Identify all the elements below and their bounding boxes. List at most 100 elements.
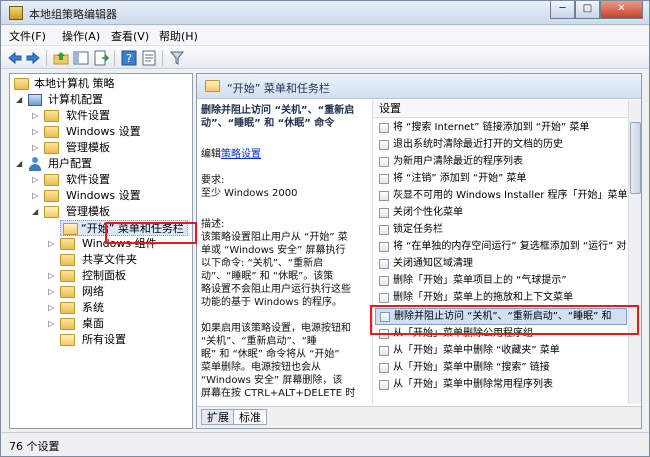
menu-action[interactable]: 操作(A): [62, 28, 100, 44]
expand-arrow-icon[interactable]: ▷: [32, 191, 41, 200]
show-hide-tree-icon[interactable]: [73, 50, 89, 66]
folder-icon: [44, 174, 59, 186]
window-controls: ─ □ ✕: [550, 1, 643, 19]
title-bar[interactable]: 本地组策略编辑器 ─ □ ✕: [1, 1, 649, 25]
description-text: 动”、“睡眠” 和 “休眠”。该策: [201, 271, 334, 282]
expand-arrow-icon[interactable]: ▷: [48, 239, 57, 248]
detail-pane: “开始” 菜单和任务栏 删除并阻止访问 “关机”、“重新启 动”、“睡眠” 和 …: [196, 73, 642, 429]
vertical-scrollbar[interactable]: [628, 100, 641, 404]
requirements-label: 要求:: [201, 175, 225, 186]
folder-icon: [44, 142, 59, 154]
description-text: 以下命令: “关机”、“重新启: [201, 258, 324, 269]
view-tabs: 扩展 标准: [197, 406, 641, 428]
tab-extended[interactable]: 扩展: [201, 409, 235, 425]
list-item-selected[interactable]: 删除并阻止访问 “关机”、“重新启动”、“睡眠” 和: [375, 308, 627, 325]
filter-icon[interactable]: [169, 50, 185, 66]
list-item[interactable]: 将 “搜索 Internet” 链接添加到 “开始” 菜单: [375, 120, 627, 137]
svg-text:?: ?: [126, 52, 132, 65]
tab-standard[interactable]: 标准: [233, 409, 267, 425]
status-bar: 76 个设置: [1, 432, 649, 456]
description-label: 描述:: [201, 219, 225, 230]
properties-icon[interactable]: [141, 50, 157, 66]
expand-arrow-icon[interactable]: ▷: [48, 303, 57, 312]
folder-up-icon[interactable]: [53, 50, 69, 66]
column-header-setting[interactable]: 设置: [373, 100, 630, 118]
minimize-button[interactable]: ─: [550, 1, 575, 19]
folder-icon: [60, 318, 75, 330]
folder-icon: [44, 190, 59, 202]
app-window: 本地组策略编辑器 ─ □ ✕ 文件(F) 操作(A) 查看(V) 帮助(H) ?…: [0, 0, 650, 457]
policy-title-line: 动”、“睡眠” 和 “休眠” 命令: [201, 118, 335, 129]
list-item[interactable]: 灰显不可用的 Windows Installer 程序「开始」菜单: [375, 188, 628, 205]
list-item[interactable]: 从「开始」菜单删除公用程序组: [375, 326, 627, 343]
list-item[interactable]: 删除「开始」菜单上的拖放和上下文菜单: [375, 290, 627, 307]
policy-setting-icon: [379, 157, 389, 167]
settings-list[interactable]: 设置 将 “搜索 Internet” 链接添加到 “开始” 菜单 退出系统时清除…: [372, 100, 630, 404]
policy-title-line: 删除并阻止访问 “关机”、“重新启: [201, 105, 355, 116]
computer-icon: [28, 94, 42, 106]
list-item[interactable]: 为新用户清除最近的程序列表: [375, 154, 627, 171]
description-text: 单或 “Windows 安全” 屏幕执行: [201, 245, 346, 256]
expand-arrow-icon[interactable]: ▷: [48, 319, 57, 328]
policy-setting-icon: [379, 276, 389, 286]
description-text: 略设置不会阻止用户运行执行这些: [201, 284, 351, 295]
expand-arrow-icon[interactable]: ▷: [32, 127, 41, 136]
list-item[interactable]: 退出系统时清除最近打开的文档的历史: [375, 137, 627, 154]
expand-arrow-icon[interactable]: ▷: [48, 287, 57, 296]
menu-help[interactable]: 帮助(H): [159, 28, 198, 44]
list-item[interactable]: 从「开始」菜单中删除 “收藏夹” 菜单: [375, 343, 627, 360]
list-item[interactable]: 关闭通知区域清理: [375, 256, 627, 273]
tree-item-start-menu-taskbar[interactable]: “开始” 菜单和任务栏: [60, 220, 188, 236]
maximize-button[interactable]: □: [575, 1, 600, 19]
policy-setting-icon: [379, 329, 389, 339]
policy-setting-icon: [379, 346, 389, 356]
list-item[interactable]: 将 “注销” 添加到 “开始” 菜单: [375, 171, 627, 188]
export-list-icon[interactable]: [93, 50, 109, 66]
detail-header-title: “开始” 菜单和任务栏: [227, 82, 330, 95]
expand-arrow-icon[interactable]: ▷: [32, 175, 41, 184]
close-button[interactable]: ✕: [600, 1, 643, 19]
menu-bar: 文件(F) 操作(A) 查看(V) 帮助(H): [1, 26, 649, 45]
list-item[interactable]: 从「开始」菜单中删除 “搜索” 链接: [375, 360, 627, 377]
folder-open-icon: [44, 206, 59, 218]
expand-arrow-icon[interactable]: ▷: [32, 111, 41, 120]
description-text: “关机”、“重新启动”、“睡: [201, 336, 317, 347]
policy-tree[interactable]: 本地计算机 策略 ◢ 计算机配置 ▷ 软件设置 ▷ Windows 设置 ▷ 管…: [9, 73, 193, 429]
policy-setting-icon: [379, 242, 389, 252]
list-item[interactable]: 删除「开始」菜单项目上的 “气球提示”: [375, 273, 627, 290]
folder-icon: [44, 110, 59, 122]
list-item[interactable]: 从「开始」菜单中删除常用程序列表: [375, 377, 627, 394]
menu-file[interactable]: 文件(F): [9, 28, 46, 44]
expand-arrow-icon[interactable]: ▷: [32, 143, 41, 152]
collapse-arrow-icon[interactable]: ◢: [32, 207, 41, 216]
list-item[interactable]: 将 “在单独的内存空间运行” 复选框添加到 “运行” 对: [375, 239, 627, 256]
list-item[interactable]: 锁定任务栏: [375, 222, 627, 239]
expand-arrow-icon[interactable]: ▷: [48, 271, 57, 280]
toolbar: ?: [1, 45, 649, 69]
folder-icon: [60, 302, 75, 314]
policy-setting-icon: [379, 123, 389, 133]
folder-icon: [60, 254, 75, 266]
menu-view[interactable]: 查看(V): [111, 28, 149, 44]
description-text: “Windows 安全” 屏幕删除，该: [201, 375, 343, 386]
policy-setting-icon: [379, 174, 389, 184]
detail-header: “开始” 菜单和任务栏: [197, 74, 641, 99]
description-text: 该策略设置阻止用户从 “开始” 菜: [201, 232, 348, 243]
policy-setting-icon: [379, 363, 389, 373]
policy-setting-icon: [380, 312, 390, 322]
scrollbar-thumb[interactable]: [630, 122, 641, 194]
list-item[interactable]: 关闭个性化菜单: [375, 205, 627, 222]
collapse-arrow-icon[interactable]: ◢: [16, 159, 25, 168]
folder-icon: [60, 286, 75, 298]
edit-policy-line: 编辑策略设置: [201, 149, 261, 160]
description-text: 屏幕在按 CTRL+ALT+DELETE 时: [201, 388, 356, 399]
collapse-arrow-icon[interactable]: ◢: [16, 95, 25, 104]
forward-arrow-icon[interactable]: [25, 50, 41, 66]
edit-policy-link[interactable]: 策略设置: [221, 149, 261, 160]
user-icon: [28, 157, 42, 171]
folder-open-icon: [63, 223, 78, 235]
back-arrow-icon[interactable]: [7, 50, 23, 66]
help-icon[interactable]: ?: [121, 50, 137, 66]
toolbar-separator: [114, 50, 115, 66]
policy-setting-icon: [379, 293, 389, 303]
